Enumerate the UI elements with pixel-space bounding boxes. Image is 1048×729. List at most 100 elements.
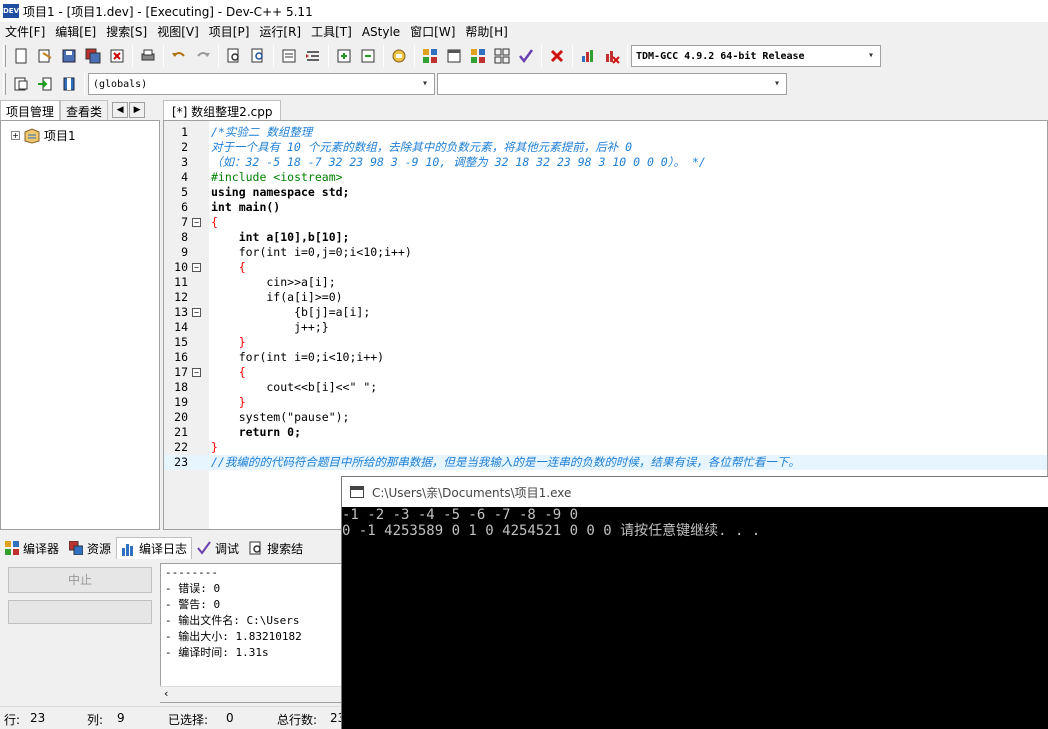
tab-debug[interactable]: 调试 — [192, 537, 244, 559]
menu-run[interactable]: 运行[R] — [254, 22, 306, 42]
code-line[interactable]: 18 cout<<b[i]<<" "; — [164, 380, 1047, 395]
abort-button[interactable]: 中止 — [8, 567, 152, 593]
syntax-check-icon[interactable] — [515, 45, 537, 67]
menu-file[interactable]: 文件[F] — [0, 22, 50, 42]
tree-item-label: 项目1 — [44, 129, 76, 143]
code-line[interactable]: 8 int a[10],b[10]; — [164, 230, 1047, 245]
code-line[interactable]: 15 } — [164, 335, 1047, 350]
undo-icon[interactable] — [168, 45, 190, 67]
console-window[interactable]: C:\Users\亲\Documents\项目1.exe -1 -2 -3 -4… — [341, 476, 1048, 729]
code-line[interactable]: 4 #include <iostream> — [164, 170, 1047, 185]
code-line[interactable]: 14 j++;} — [164, 320, 1047, 335]
menu-edit[interactable]: 编辑[E] — [50, 22, 101, 42]
remove-from-project-icon[interactable] — [357, 45, 379, 67]
stop-execution-icon[interactable] — [546, 45, 568, 67]
menu-astyle[interactable]: AStyle — [357, 22, 405, 42]
find-icon[interactable] — [223, 45, 245, 67]
menu-search[interactable]: 搜索[S] — [101, 22, 152, 42]
code-text: /*实验二 数组整理 — [211, 125, 313, 139]
compile-run-icon[interactable] — [467, 45, 489, 67]
scope-select[interactable]: (globals) ▾ — [88, 73, 435, 95]
menu-help[interactable]: 帮助[H] — [460, 22, 512, 42]
code-line[interactable]: 12 if(a[i]>=0) — [164, 290, 1047, 305]
replace-icon[interactable] — [247, 45, 269, 67]
compile-icon[interactable] — [419, 45, 441, 67]
unindent-icon[interactable] — [302, 45, 324, 67]
code-line[interactable]: 20 system("pause"); — [164, 410, 1047, 425]
code-line[interactable]: 17− { — [164, 365, 1047, 380]
code-text: #include <iostream> — [211, 170, 343, 184]
bookmark-icon[interactable] — [58, 73, 80, 95]
console-output[interactable]: -1 -2 -3 -4 -5 -6 -7 -8 -9 0 0 -1 425358… — [342, 507, 1048, 729]
tab-label: 编译器 — [23, 541, 60, 556]
redo-icon[interactable] — [192, 45, 214, 67]
menu-view[interactable]: 视图[V] — [152, 22, 204, 42]
tab-source-file[interactable]: [*] 数组整理2.cpp — [163, 100, 282, 120]
goto-icon[interactable] — [34, 73, 56, 95]
code-line[interactable]: 11 cin>>a[i]; — [164, 275, 1047, 290]
delete-profile-icon[interactable] — [601, 45, 623, 67]
line-number: 20 — [174, 410, 188, 424]
tab-project-manager[interactable]: 项目管理 — [0, 100, 61, 120]
compile-progress-bar — [8, 600, 152, 624]
open-file-icon[interactable] — [34, 45, 56, 67]
code-line[interactable]: 1 /*实验二 数组整理 — [164, 125, 1047, 140]
toolbar-grip[interactable] — [3, 45, 6, 67]
function-select[interactable]: ▾ — [437, 73, 787, 95]
code-line[interactable]: 10− { — [164, 260, 1047, 275]
code-line[interactable]: 21 return 0; — [164, 425, 1047, 440]
tab-compiler[interactable]: 编译器 — [0, 537, 64, 559]
chevron-left-icon[interactable]: ‹ — [164, 687, 168, 700]
add-to-project-icon[interactable] — [333, 45, 355, 67]
close-file-icon[interactable] — [106, 45, 128, 67]
expand-icon[interactable]: + — [11, 131, 20, 140]
menu-window[interactable]: 窗口[W] — [405, 22, 460, 42]
code-line[interactable]: 7− { — [164, 215, 1047, 230]
rebuild-icon[interactable] — [491, 45, 513, 67]
code-line[interactable]: 5 using namespace std; — [164, 185, 1047, 200]
menu-tools[interactable]: 工具[T] — [306, 22, 357, 42]
code-line[interactable]: 16 for(int i=0;i<10;i++) — [164, 350, 1047, 365]
fold-toggle-icon[interactable]: − — [192, 218, 201, 227]
save-all-icon[interactable] — [82, 45, 104, 67]
code-line[interactable]: 23 //我编的的代码符合题目中所给的那串数据，但是当我输入的是一连串的负数的时候… — [164, 455, 1047, 470]
status-row-value: 23 — [30, 711, 46, 725]
fold-toggle-icon[interactable]: − — [192, 368, 201, 377]
code-line[interactable]: 19 } — [164, 395, 1047, 410]
code-line[interactable]: 6 int main() — [164, 200, 1047, 215]
fold-toggle-icon[interactable]: − — [192, 263, 201, 272]
fold-toggle-icon[interactable]: − — [192, 308, 201, 317]
console-line: 0 -1 4253589 0 1 0 4254521 0 0 0 请按任意键继续… — [342, 523, 761, 539]
horizontal-scrollbar[interactable]: ‹ — [160, 686, 345, 702]
tab-compile-log[interactable]: 编译日志 — [116, 537, 193, 559]
line-number: 4 — [181, 170, 188, 184]
code-text: {b[j]=a[i]; — [211, 305, 371, 319]
chevron-left-icon[interactable]: ◀ — [112, 102, 129, 118]
project-options-icon[interactable] — [388, 45, 410, 67]
compiler-select[interactable]: TDM-GCC 4.9.2 64-bit Release ▾ — [631, 45, 881, 67]
toolbar-grip[interactable] — [3, 73, 6, 95]
save-icon[interactable] — [58, 45, 80, 67]
chevron-right-icon[interactable]: ▶ — [129, 102, 146, 118]
indent-icon[interactable] — [278, 45, 300, 67]
console-title-bar[interactable]: C:\Users\亲\Documents\项目1.exe — [342, 477, 1048, 507]
insert-icon[interactable] — [10, 73, 32, 95]
tab-search-results[interactable]: 搜索结 — [244, 537, 308, 559]
code-line[interactable]: 2 对于一个具有 10 个元素的数组，去除其中的负数元素，将其他元素提前，后补 0 — [164, 140, 1047, 155]
tab-class-browser[interactable]: 查看类 — [60, 100, 109, 120]
toolbar-separator — [132, 45, 133, 67]
code-line[interactable]: 9 for(int i=0,j=0;i<10;i++) — [164, 245, 1047, 260]
code-line[interactable]: 3 （如：32 -5 18 -7 32 23 98 3 -9 10, 调整为 32… — [164, 155, 1047, 170]
print-icon[interactable] — [137, 45, 159, 67]
line-number: 3 — [181, 155, 188, 169]
code-line[interactable]: 13− {b[j]=a[i]; — [164, 305, 1047, 320]
tree-item-project[interactable]: + 项目1 — [11, 127, 76, 144]
tab-resources[interactable]: 资源 — [64, 537, 116, 559]
code-editor[interactable]: 1 /*实验二 数组整理 2 对于一个具有 10 个元素的数组，去除其中的负数元素，将… — [163, 120, 1048, 530]
menu-project[interactable]: 项目[P] — [204, 22, 255, 42]
line-number: 23 — [174, 455, 188, 469]
new-file-icon[interactable] — [10, 45, 32, 67]
code-line[interactable]: 22} — [164, 440, 1047, 455]
run-icon[interactable] — [443, 45, 465, 67]
profile-icon[interactable] — [577, 45, 599, 67]
